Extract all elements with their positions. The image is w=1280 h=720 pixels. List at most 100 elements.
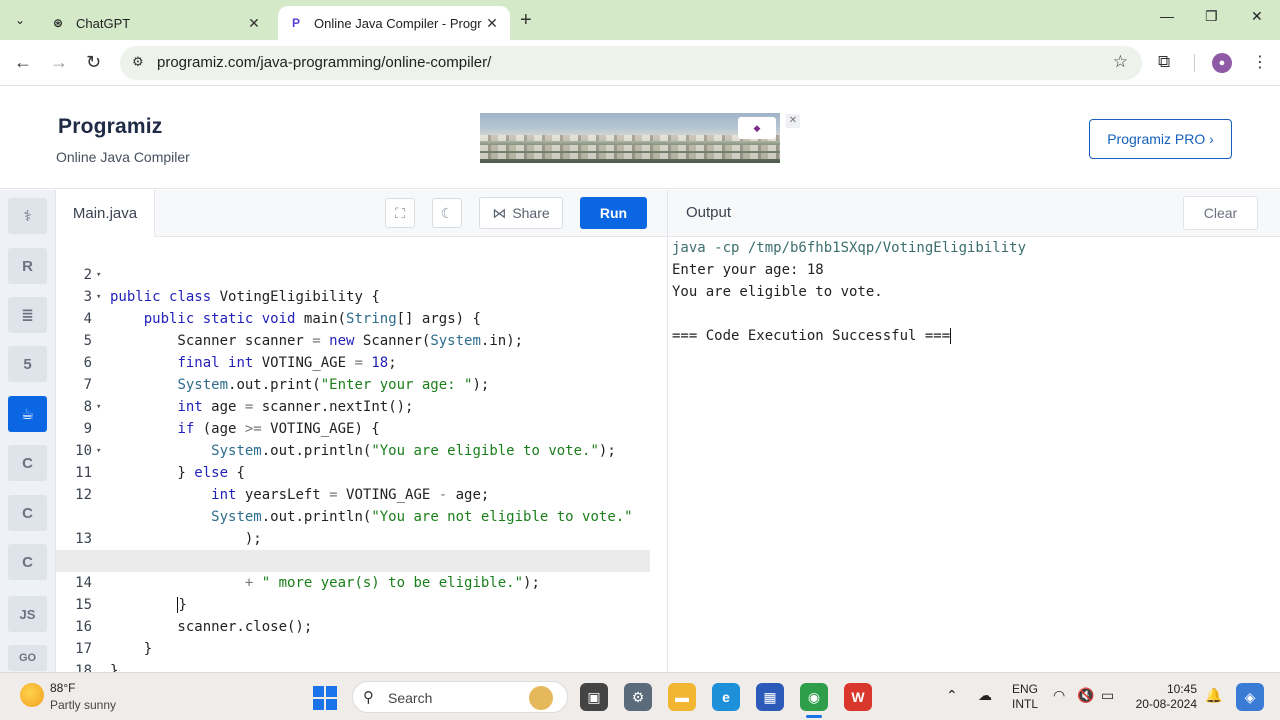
new-tab-icon[interactable]: + [520, 9, 532, 32]
address-bar[interactable]: ⚙ programiz.com/java-programming/online-… [120, 46, 1142, 80]
success-text: === Code Execution Successful === [672, 328, 951, 344]
site-header: Programiz Online Java Compiler ◆ ✕ Progr… [0, 87, 1280, 189]
code-line[interactable]: 10 ▾ } else { [56, 418, 650, 481]
close-tab-icon[interactable]: ✕ [244, 15, 264, 32]
programiz-logo[interactable]: Programiz [58, 115, 163, 139]
file-explorer-icon[interactable]: ▬ [668, 683, 696, 711]
clock-time: 10:45 [1166, 682, 1197, 696]
code-line[interactable]: 2 ▾ public class VotingEligibility { [56, 242, 650, 305]
onedrive-cloud-icon[interactable]: ☁ [978, 687, 992, 704]
code-line-wrap[interactable]: ); [56, 484, 650, 547]
tab-chatgpt[interactable]: ⊛ ChatGPT ✕ [40, 6, 272, 40]
forward-icon[interactable]: → [50, 52, 68, 73]
volume-muted-icon[interactable]: 🔇 [1077, 687, 1094, 704]
code-line[interactable]: 12 System.out.println("You are not eligi… [56, 462, 650, 525]
js-icon[interactable]: JS [8, 596, 47, 632]
output-title: Output [686, 204, 732, 221]
weather-temperature[interactable]: 88°F [50, 681, 75, 695]
code-editor[interactable]: 2 ▾ public class VotingEligibility { 3 ▾ p… [56, 237, 668, 672]
toolbar-divider [1194, 54, 1195, 72]
battery-icon[interactable]: ▭ [1101, 687, 1114, 704]
java-icon[interactable]: ☕ [8, 396, 47, 432]
chrome-icon[interactable]: ◉ [800, 683, 828, 711]
menu-kebab-icon[interactable]: ⋮ [1252, 52, 1268, 72]
browser-toolbar: ← → ↻ ⚙ programiz.com/java-programming/o… [0, 40, 1280, 86]
code-line[interactable]: 8 ▾ if (age >= VOTING_AGE) { [56, 374, 650, 437]
chatgpt-icon: ⊛ [52, 16, 64, 30]
csharp-icon[interactable]: C [8, 544, 47, 580]
code-line[interactable]: 7 int age = scanner.nextInt(); [56, 352, 650, 415]
wps-office-icon[interactable]: W [844, 683, 872, 711]
advertisement-banner[interactable]: ◆ [480, 113, 780, 163]
r-icon[interactable]: R [8, 248, 47, 284]
code-line[interactable]: 13 System.out.println("You need to wait … [56, 506, 650, 569]
notification-bell-icon[interactable]: 🔔 [1205, 687, 1222, 704]
weather-description[interactable]: Partly sunny [50, 698, 116, 712]
cpp-icon[interactable]: C [8, 495, 47, 531]
dark-mode-moon-icon[interactable]: ☾ [432, 198, 462, 228]
fullscreen-icon[interactable]: ⛶ [385, 198, 415, 228]
tab-programiz[interactable]: P Online Java Compiler - Program ✕ [278, 6, 510, 40]
code-line[interactable]: 4 Scanner scanner = new Scanner(System.i… [56, 286, 650, 349]
clear-button[interactable]: Clear [1183, 196, 1258, 230]
restore-icon[interactable]: ❐ [1205, 8, 1218, 25]
lang-layout: INTL [1012, 697, 1039, 711]
close-tab-icon[interactable]: ✕ [482, 15, 502, 32]
edge-browser-icon[interactable]: e [712, 683, 740, 711]
code-line-wrap[interactable]: + " more year(s) to be eligible."); [56, 528, 650, 591]
settings-gear-icon[interactable]: ⚙ [624, 683, 652, 711]
output-line: You are eligible to vote. [672, 284, 883, 300]
microsoft-store-icon[interactable]: ▦ [756, 683, 784, 711]
logo-text: Programiz [58, 115, 163, 138]
window-close-icon[interactable]: ✕ [1251, 8, 1263, 25]
windows-taskbar: 88°F Partly sunny ⚲ Search ▣ ⚙ ▬ e ▦ ◉ W… [0, 672, 1280, 720]
code-line[interactable]: 6 System.out.print("Enter your age: "); [56, 330, 650, 393]
go-icon[interactable]: GO [8, 645, 47, 671]
code-line-active[interactable]: 14 } [56, 550, 650, 613]
output-console[interactable]: java -cp /tmp/b6fhb1SXqp/VotingEligibili… [668, 237, 1280, 672]
windows-start-icon[interactable] [313, 686, 337, 710]
tab-title: Online Java Compiler - Program [314, 15, 482, 31]
ad-close-icon[interactable]: ✕ [786, 114, 800, 128]
html5-icon[interactable]: 5 [8, 346, 47, 382]
back-icon[interactable]: ← [14, 52, 32, 73]
minimize-icon[interactable]: — [1160, 8, 1174, 24]
code-line[interactable]: 5 final int VOTING_AGE = 18; [56, 308, 650, 371]
code-line[interactable]: 17 } [56, 616, 650, 672]
file-tab-main-java[interactable]: Main.java [56, 190, 155, 237]
copilot-icon[interactable]: ◈ [1236, 683, 1264, 711]
bookmark-star-icon[interactable]: ☆ [1113, 52, 1128, 72]
extensions-icon[interactable]: ⧉ [1158, 52, 1170, 72]
output-line: java -cp /tmp/b6fhb1SXqp/VotingEligibili… [672, 240, 1027, 256]
profile-avatar[interactable]: ● [1212, 53, 1232, 73]
share-button[interactable]: ⋈ Share [479, 197, 563, 229]
reload-icon[interactable]: ↻ [86, 52, 101, 73]
url-text[interactable]: programiz.com/java-programming/online-co… [157, 54, 491, 71]
run-button[interactable]: Run [580, 197, 647, 229]
show-hidden-icons-chevron-icon[interactable]: ⌃ [946, 687, 958, 704]
code-line[interactable]: 16 } [56, 594, 650, 657]
taskbar-search[interactable]: ⚲ Search [352, 681, 568, 713]
share-icon: ⋈ [492, 204, 507, 221]
ad-logo-icon: ◆ [738, 117, 776, 139]
python-icon[interactable]: ⚕ [8, 198, 47, 234]
input-language-indicator[interactable]: ENG INTL [1012, 682, 1038, 712]
site-info-icon[interactable]: ⚙ [132, 54, 144, 70]
database-icon[interactable]: ≣ [8, 297, 47, 333]
search-highlight-icon [529, 686, 553, 710]
weather-sun-icon[interactable] [20, 683, 44, 707]
code-line[interactable]: 11 int yearsLeft = VOTING_AGE - age; [56, 440, 650, 503]
language-sidebar: ⚕ R ≣ 5 ☕ C C C JS GO [0, 190, 56, 672]
output-line: Enter your age: 18 [672, 262, 824, 278]
tab-search-chevron-icon[interactable]: ⌄ [8, 8, 32, 32]
programiz-pro-button[interactable]: Programiz PRO › [1089, 119, 1232, 159]
c-icon[interactable]: C [8, 445, 47, 481]
code-line[interactable]: 18 [56, 638, 650, 672]
code-line[interactable]: 3 ▾ public static void main(String[] args… [56, 264, 650, 327]
code-line[interactable]: 9 System.out.println("You are eligible t… [56, 396, 650, 459]
system-clock[interactable]: 10:45 20-08-2024 [1130, 682, 1197, 712]
task-view-icon[interactable]: ▣ [580, 683, 608, 711]
code-line[interactable]: 15 scanner.close(); [56, 572, 650, 635]
tab-title: ChatGPT [76, 15, 131, 31]
wifi-icon[interactable]: ◠ [1053, 687, 1065, 704]
